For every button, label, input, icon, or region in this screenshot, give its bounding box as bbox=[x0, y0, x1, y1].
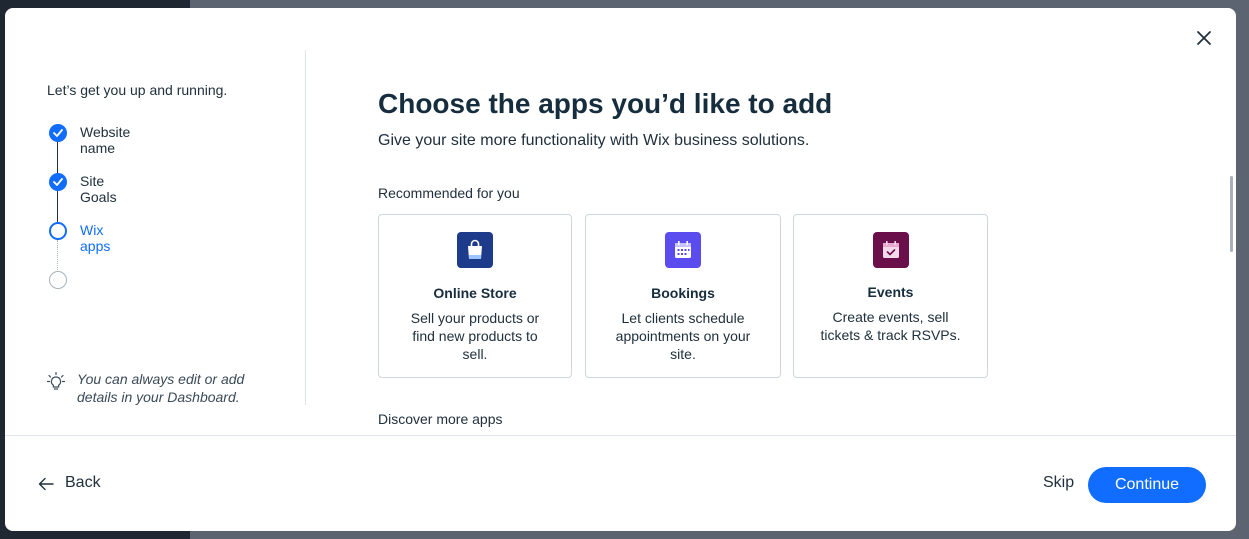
recommended-heading: Recommended for you bbox=[378, 185, 520, 201]
skip-button[interactable]: Skip bbox=[1043, 474, 1074, 492]
step-label: Site Goals bbox=[80, 173, 117, 205]
discover-heading: Discover more apps bbox=[378, 411, 503, 427]
step-connector-dotted bbox=[57, 240, 59, 272]
step-connector bbox=[57, 142, 58, 173]
app-card-online-store[interactable]: Online Store Sell your products or find … bbox=[378, 214, 572, 378]
event-calendar-icon bbox=[872, 232, 909, 268]
app-selection-dialog: Let’s get you up and running. Website na… bbox=[5, 8, 1236, 531]
step-pending-icon bbox=[49, 271, 67, 289]
app-description: Create events, sell tickets & track RSVP… bbox=[820, 309, 961, 343]
back-label: Back bbox=[65, 474, 101, 491]
page-subtitle: Give your site more functionality with W… bbox=[378, 132, 810, 149]
tip-text: You can always edit or add details in yo… bbox=[77, 371, 245, 405]
shopping-bag-icon bbox=[457, 232, 493, 268]
app-card-events[interactable]: Events Create events, sell tickets & tra… bbox=[793, 214, 988, 378]
app-description: Let clients schedule appointments on you… bbox=[615, 310, 751, 362]
sidebar-intro: Let’s get you up and running. bbox=[47, 82, 228, 98]
app-name: Online Store bbox=[433, 285, 517, 301]
app-name: Events bbox=[867, 284, 914, 300]
app-card-bookings[interactable]: Bookings Let clients schedule appointmen… bbox=[585, 214, 781, 378]
page-title: Choose the apps you’d like to add bbox=[378, 88, 833, 119]
step-current-icon bbox=[49, 222, 67, 240]
app-name: Bookings bbox=[651, 285, 715, 301]
progress-sidebar: Let’s get you up and running. Website na… bbox=[5, 50, 306, 405]
step-label: Website name bbox=[80, 124, 131, 156]
content-scrollbar[interactable] bbox=[1230, 176, 1233, 252]
step-label: Wix apps bbox=[80, 222, 111, 254]
footer-divider bbox=[5, 435, 1236, 436]
step-complete-icon bbox=[49, 173, 67, 191]
main-content: Choose the apps you’d like to add Give y… bbox=[378, 8, 1218, 435]
continue-button[interactable]: Continue bbox=[1088, 467, 1206, 503]
lightbulb-icon bbox=[47, 372, 65, 390]
step-complete-icon bbox=[49, 124, 67, 142]
step-connector bbox=[57, 191, 58, 222]
app-description: Sell your products or find new products … bbox=[410, 310, 540, 362]
arrow-left-icon bbox=[38, 477, 54, 491]
calendar-icon bbox=[665, 232, 701, 268]
